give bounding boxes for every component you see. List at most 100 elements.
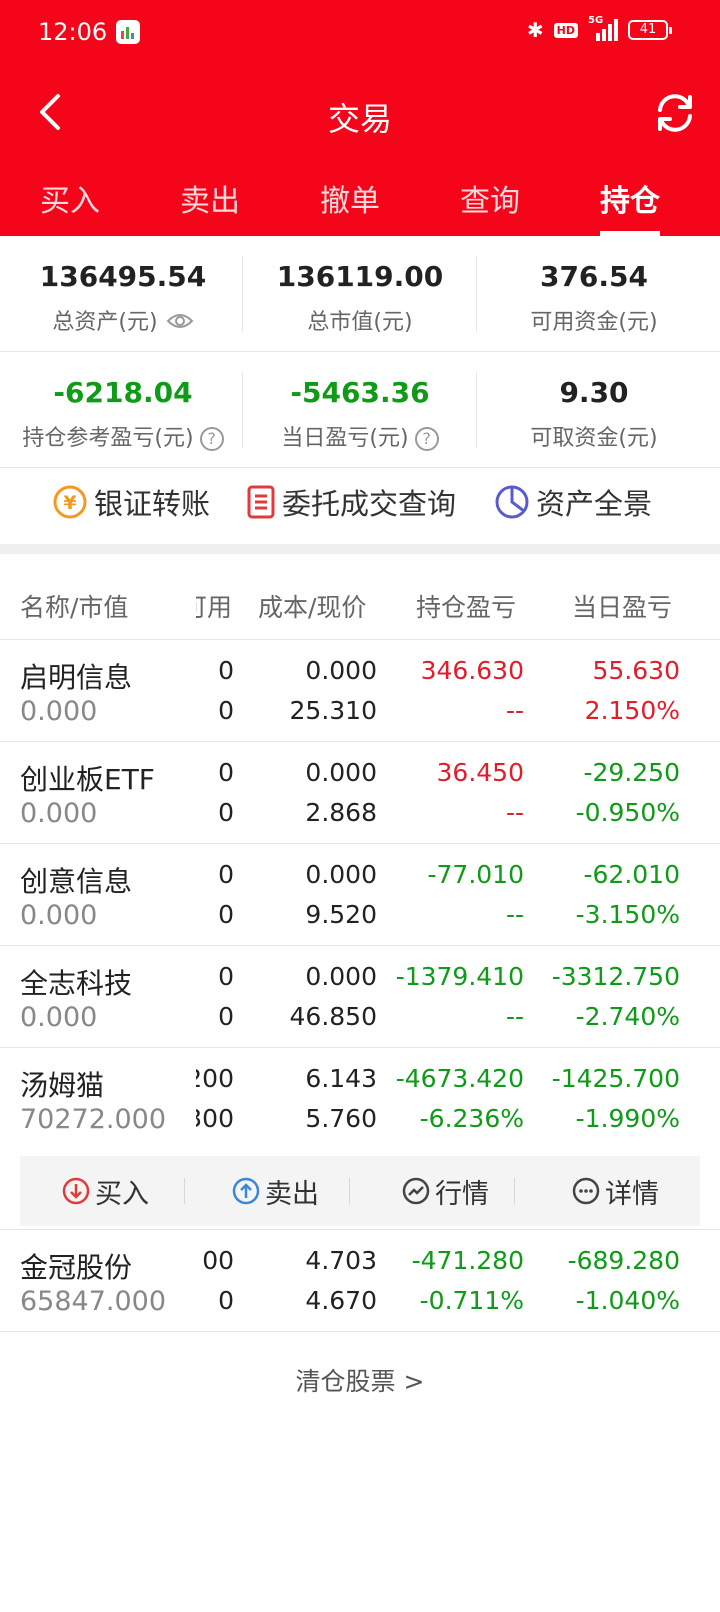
stock-name: 创业板ETF (20, 763, 155, 796)
stock-name: 全志科技 (20, 967, 133, 1000)
battery-icon: 41 (628, 20, 672, 40)
day-pnl-value: -5463.36 (290, 376, 430, 409)
document-list-icon (247, 485, 275, 519)
stock-day-pnl: -3312.750 (551, 962, 680, 991)
available-funds-label: 可用资金(元) (530, 310, 658, 335)
stock-quantity: 0 (218, 758, 234, 787)
stock-available: 0 (218, 1002, 234, 1031)
stock-available: 300 (196, 1104, 234, 1133)
app-notification-icon (116, 20, 140, 44)
asset-overview-button[interactable]: 资产全景 (494, 460, 652, 544)
position-pnl-label: 持仓参考盈亏(元) (22, 426, 194, 451)
day-pnl: -5463.36 当日盈亏(元)? (240, 352, 480, 468)
stock-quantity: 200 (196, 1064, 234, 1093)
yen-circle-icon: ¥ (53, 485, 87, 519)
arrow-down-circle-icon (62, 1177, 90, 1205)
stock-cost: 0.000 (305, 656, 377, 685)
stock-day-pnl: -62.010 (583, 860, 681, 889)
column-position-pnl[interactable]: 持仓盈亏 (416, 588, 516, 624)
market-value: 136119.00 总市值(元) (240, 236, 480, 352)
refresh-icon (658, 94, 692, 132)
tab-buy[interactable]: 买入 (10, 176, 130, 236)
column-cost-price[interactable]: 成本/现价 (258, 588, 366, 624)
column-day-pnl[interactable]: 当日盈亏 (572, 588, 672, 624)
bank-transfer-label: 银证转账 (94, 487, 211, 521)
holding-row[interactable]: 创意信息 0.000 0 0 0.000 9.520 -77.010 -- -6… (0, 844, 720, 946)
holding-row[interactable]: 启明信息 0.000 0 0 0.000 25.310 346.630 -- 5… (0, 640, 720, 742)
status-bar: 12:06 ✱ HD 5G 41 (0, 0, 720, 64)
total-assets-label: 总资产(元) (52, 310, 158, 335)
stock-day-pnl: 55.630 (592, 656, 680, 685)
total-assets[interactable]: 136495.54 总资产(元) (3, 236, 243, 352)
cleared-stocks-link[interactable]: 清仓股票 > (0, 1362, 720, 1398)
help-icon[interactable]: ? (414, 427, 439, 451)
tab-query[interactable]: 查询 (430, 176, 550, 236)
row-buy-label: 买入 (95, 1178, 149, 1210)
row-action-bar: 买入 卖出 行情 详情 (20, 1156, 700, 1226)
asset-overview-label: 资产全景 (536, 487, 653, 521)
stock-quantity: 0 (218, 656, 234, 685)
stock-day-pnl-pct: -1.040% (575, 1286, 680, 1315)
app-header: 12:06 ✱ HD 5G 41 交易 买入 卖出 撤单 查询 持仓 (0, 0, 720, 236)
svg-text:¥: ¥ (63, 492, 76, 514)
stock-market-value: 70272.000 (20, 1104, 167, 1135)
order-query-button[interactable]: 委托成交查询 (246, 460, 456, 544)
stock-position-pnl: 346.630 (420, 656, 524, 685)
network-type: 5G (588, 15, 604, 26)
stock-day-pnl: -29.250 (583, 758, 681, 787)
position-pnl-value: -6218.04 (53, 376, 193, 409)
stock-name: 汤姆猫 (20, 1069, 105, 1102)
row-quote-button[interactable]: 行情 (360, 1156, 530, 1226)
row-details-button[interactable]: 详情 (530, 1156, 700, 1226)
stock-cost: 4.703 (305, 1246, 377, 1275)
stock-available: 0 (218, 900, 234, 929)
stock-position-pnl: -1379.410 (395, 962, 524, 991)
holding-row[interactable]: 全志科技 0.000 0 0 0.000 46.850 -1379.410 --… (0, 946, 720, 1048)
divider (514, 1178, 515, 1204)
trend-circle-icon (402, 1177, 430, 1205)
stock-available: 0 (218, 1286, 234, 1315)
help-icon[interactable]: ? (199, 427, 224, 451)
more-circle-icon (572, 1177, 600, 1205)
stock-cost: 0.000 (305, 860, 377, 889)
column-available[interactable]: 可用 (196, 588, 232, 624)
refresh-button[interactable] (652, 90, 698, 136)
pie-chart-icon (495, 485, 529, 519)
stock-quantity: 00 (202, 1246, 234, 1275)
withdrawable-funds: 9.30 可取资金(元) (474, 352, 714, 468)
tab-holdings[interactable]: 持仓 (570, 176, 690, 236)
stock-position-pnl: -471.280 (411, 1246, 524, 1275)
bank-transfer-button[interactable]: ¥ 银证转账 (52, 460, 210, 544)
stock-market-value: 65847.000 (20, 1286, 167, 1317)
stock-price: 5.760 (305, 1104, 377, 1133)
stock-position-pnl-pct: -0.711% (419, 1286, 524, 1315)
stock-position-pnl-pct: -- (505, 798, 524, 827)
day-pnl-label: 当日盈亏(元) (281, 426, 409, 451)
divider (349, 1178, 350, 1204)
stock-price: 46.850 (289, 1002, 377, 1031)
holding-row[interactable]: 金冠股份 65847.000 00 0 4.703 4.670 -471.280… (0, 1230, 720, 1332)
stock-day-pnl-pct: -0.950% (575, 798, 680, 827)
row-quote-label: 行情 (435, 1178, 489, 1210)
eye-icon[interactable] (166, 311, 194, 336)
withdrawable-label: 可取资金(元) (530, 426, 658, 451)
column-name[interactable]: 名称/市值 (20, 588, 128, 624)
stock-price: 4.670 (305, 1286, 377, 1315)
tab-cancel[interactable]: 撤单 (290, 176, 410, 236)
stock-price: 9.520 (305, 900, 377, 929)
arrow-up-circle-icon (232, 1177, 260, 1205)
status-time: 12:06 (38, 18, 108, 46)
row-details-label: 详情 (605, 1178, 659, 1210)
stock-day-pnl-pct: -2.740% (575, 1002, 680, 1031)
stock-position-pnl-pct: -- (505, 1002, 524, 1031)
stock-position-pnl-pct: -- (505, 696, 524, 725)
position-pnl: -6218.04 持仓参考盈亏(元)? (3, 352, 243, 468)
row-sell-button[interactable]: 卖出 (190, 1156, 360, 1226)
tab-sell[interactable]: 卖出 (150, 176, 270, 236)
asset-summary-row: 136495.54 总资产(元) 136119.00 总市值(元) 376.54… (0, 236, 720, 352)
stock-market-value: 0.000 (20, 696, 98, 727)
stock-market-value: 0.000 (20, 900, 98, 931)
stock-cost: 6.143 (305, 1064, 377, 1093)
row-buy-button[interactable]: 买入 (20, 1156, 190, 1226)
holding-row[interactable]: 创业板ETF 0.000 0 0 0.000 2.868 36.450 -- -… (0, 742, 720, 844)
